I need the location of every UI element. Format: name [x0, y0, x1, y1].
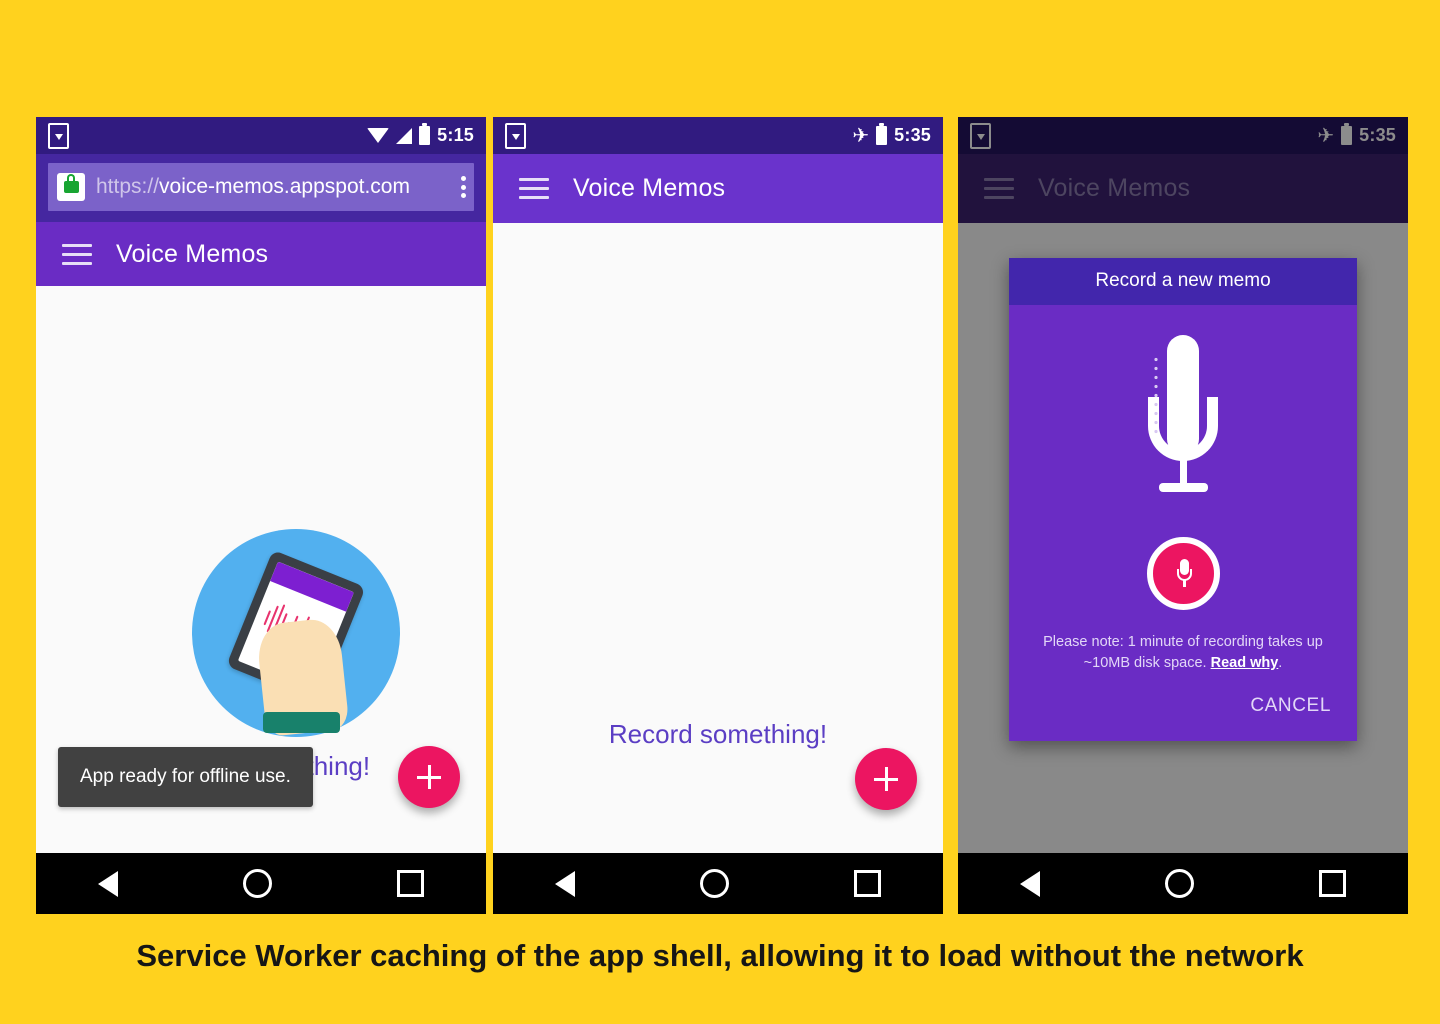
- recents-icon[interactable]: [396, 870, 424, 897]
- dialog-body: Please note: 1 minute of recording takes…: [1009, 305, 1357, 742]
- dialog-title: Record a new memo: [1009, 258, 1357, 305]
- empty-state-label: Record something!: [608, 719, 828, 749]
- plus-icon: [417, 765, 441, 789]
- record-button[interactable]: [1146, 537, 1220, 610]
- microphone-icon: [1140, 335, 1226, 515]
- record-memo-dialog: Record a new memo Please note: 1 minute …: [1009, 258, 1357, 742]
- phone-panel-standalone: ✈ 5:35 Voice Memos Record something!: [493, 117, 943, 914]
- back-icon[interactable]: [98, 870, 119, 897]
- phone-panel-browser: 5:15 https://voice-memos.appspot.com Voi…: [36, 117, 486, 914]
- read-why-link[interactable]: Read why: [1211, 655, 1279, 671]
- back-icon[interactable]: [555, 870, 576, 897]
- android-nav-bar: [958, 853, 1408, 914]
- figure-caption: Service Worker caching of the app shell,…: [136, 938, 1304, 973]
- phone-panel-record-dialog: ✈ 5:35 Voice Memos Record a new memo Ple…: [958, 117, 1408, 914]
- dialog-note: Please note: 1 minute of recording takes…: [1031, 632, 1335, 673]
- home-icon[interactable]: [699, 869, 729, 898]
- home-icon[interactable]: [242, 869, 272, 898]
- offline-ready-toast: App ready for offline use.: [58, 747, 313, 807]
- home-icon[interactable]: [1164, 869, 1194, 898]
- add-memo-fab[interactable]: [398, 746, 460, 808]
- illustration-sleeve: [262, 712, 340, 733]
- cancel-button[interactable]: CANCEL: [1009, 673, 1357, 727]
- record-illustration: [192, 529, 400, 737]
- panel-content: Record something! App ready for offline …: [36, 117, 486, 914]
- recents-icon[interactable]: [1318, 870, 1346, 897]
- panel-content: Record a new memo Please note: 1 minute …: [958, 117, 1408, 914]
- back-icon[interactable]: [1020, 870, 1041, 897]
- dialog-note-suffix: .: [1278, 654, 1283, 671]
- screenshot-stage: 5:15 https://voice-memos.appspot.com Voi…: [0, 0, 1440, 1024]
- android-nav-bar: [493, 853, 943, 914]
- recents-icon[interactable]: [853, 870, 881, 897]
- add-memo-fab[interactable]: [855, 748, 917, 810]
- android-nav-bar: [36, 853, 486, 914]
- record-microphone-icon: [1177, 558, 1192, 589]
- panel-content: Record something!: [493, 117, 943, 914]
- plus-icon: [874, 767, 898, 791]
